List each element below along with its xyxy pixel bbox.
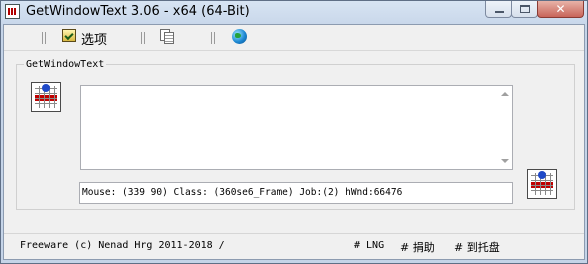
globe-icon [232,29,247,44]
donate-link[interactable]: # 捐助 [400,239,435,255]
language-link[interactable]: # LNG [354,240,384,251]
copyright-text: Freeware (c) Nenad Hrg 2011-2018 / [20,240,225,251]
toolbar-grip[interactable] [211,32,215,44]
window-finder-icon-secondary[interactable] [527,169,557,199]
app-icon[interactable] [5,4,20,19]
options-button[interactable]: 选项 [59,27,113,48]
maximize-button[interactable] [511,1,538,18]
minimize-icon [495,11,504,13]
title-bar[interactable]: GetWindowText 3.06 - x64 (64-Bit) ✕ [1,1,587,23]
options-label: 选项 [81,33,108,48]
copy-button[interactable] [157,27,177,47]
app-window: GetWindowText 3.06 - x64 (64-Bit) ✕ 选项 G… [0,0,588,264]
toolbar: 选项 [4,25,584,51]
minimize-button[interactable] [485,1,512,18]
group-title: GetWindowText [24,59,107,70]
maximize-icon [520,5,530,13]
window-info-text: Mouse: (339 90) Class: (360se6_Frame) Jo… [82,187,403,198]
status-bar: Freeware (c) Nenad Hrg 2011-2018 / # LNG… [4,233,584,260]
window-finder-icon[interactable] [31,82,61,112]
vertical-scrollbar[interactable] [497,86,512,169]
scroll-down-icon[interactable] [501,159,509,163]
window-info-field[interactable]: Mouse: (339 90) Class: (360se6_Frame) Jo… [79,182,513,204]
close-icon: ✕ [555,2,566,16]
to-tray-link[interactable]: # 到托盘 [454,239,500,255]
window-text-area[interactable] [80,85,513,170]
window-title: GetWindowText 3.06 - x64 (64-Bit) [26,4,250,19]
toolbar-grip[interactable] [42,32,46,44]
web-button[interactable] [230,27,250,47]
options-icon [62,29,76,42]
scroll-up-icon[interactable] [501,92,509,96]
toolbar-grip[interactable] [141,32,145,44]
close-button[interactable]: ✕ [537,1,584,18]
client-area: 选项 GetWindowText Mouse: (339 90) Class: … [3,24,585,260]
